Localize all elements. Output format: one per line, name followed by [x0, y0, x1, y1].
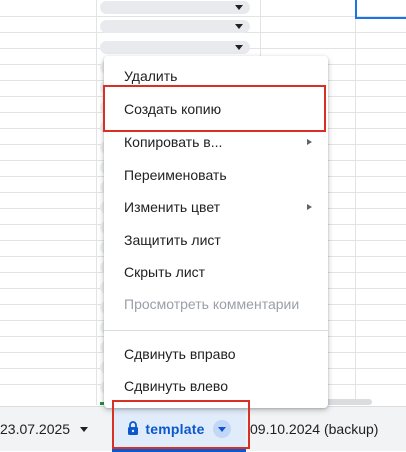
chevron-down-icon[interactable]	[80, 426, 89, 432]
menu-item-label: Переименовать	[124, 167, 227, 183]
dropdown-chip[interactable]	[100, 1, 250, 14]
menu-item-view-comments: Просмотреть комментарии	[104, 288, 328, 320]
chevron-down-icon	[235, 5, 243, 10]
chevron-down-icon	[235, 24, 243, 29]
highlight-box-template-tab	[112, 400, 250, 449]
dropdown-chip[interactable]	[100, 20, 250, 33]
dropdown-chip[interactable]	[100, 41, 250, 54]
sheet-tab-label: 09.10.2024 (backup)	[250, 421, 379, 437]
menu-item-change-color[interactable]: Изменить цвет	[104, 191, 328, 223]
menu-divider	[104, 330, 328, 331]
menu-item-label: Удалить	[124, 68, 178, 84]
menu-item-label: Сдвинуть вправо	[124, 346, 236, 362]
grid-line	[96, 0, 97, 405]
menu-item-label: Копировать в...	[124, 134, 223, 150]
menu-item-move-right[interactable]: Сдвинуть вправо	[104, 338, 328, 370]
grid-line	[355, 0, 356, 405]
menu-item-protect-sheet[interactable]: Защитить лист	[104, 224, 328, 256]
sheet-tab-label: 23.07.2025	[0, 421, 71, 437]
menu-item-label: Защитить лист	[124, 232, 221, 248]
selected-cell[interactable]	[355, 0, 406, 19]
highlight-box-duplicate	[103, 85, 326, 132]
submenu-arrow-icon	[307, 139, 312, 145]
menu-item-hide-sheet[interactable]: Скрыть лист	[104, 256, 328, 288]
grid-line	[0, 16, 406, 17]
submenu-arrow-icon	[307, 204, 312, 210]
sheet-tab-09-10-2024-backup[interactable]: 09.10.2024 (backup)	[250, 407, 378, 451]
menu-item-label: Сдвинуть влево	[124, 378, 229, 394]
chevron-down-icon	[235, 45, 243, 50]
menu-item-label: Просмотреть комментарии	[124, 296, 300, 312]
menu-item-rename[interactable]: Переименовать	[104, 159, 328, 191]
menu-item-move-left[interactable]: Сдвинуть влево	[104, 370, 328, 402]
menu-item-label: Изменить цвет	[124, 199, 221, 215]
sheet-tab-23-07-2025[interactable]: 23.07.2025	[0, 407, 89, 451]
menu-item-label: Скрыть лист	[124, 264, 206, 280]
